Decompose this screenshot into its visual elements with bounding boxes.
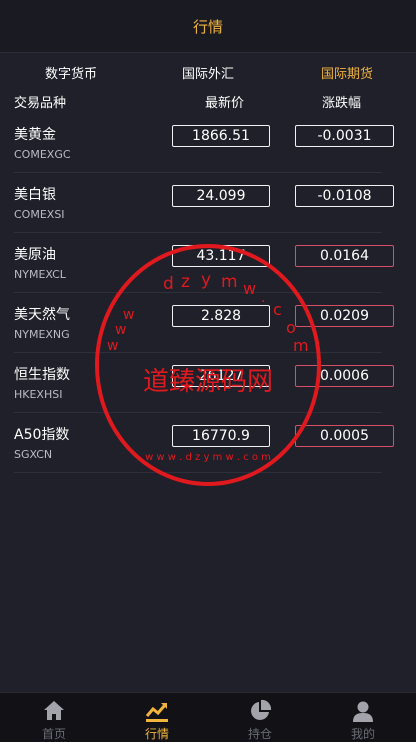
price-box: 1866.51 [172, 125, 270, 147]
table-row[interactable]: 恒生指数 HKEXHSI 26127 0.0006 [14, 352, 394, 413]
change-box: 0.0005 [295, 425, 394, 447]
change-box: 0.0209 [295, 305, 394, 327]
price-box: 26127 [172, 365, 270, 387]
symbol-name: 美黄金 [14, 127, 56, 143]
tab-futures[interactable]: 国际期货 [287, 63, 407, 82]
bottom-tabbar: 首页 行情 持仓 我的 [0, 692, 416, 742]
tabbar-label: 持仓 [247, 727, 272, 741]
symbol-name: A50指数 [14, 427, 70, 443]
symbol-name: 美天然气 [14, 307, 70, 323]
symbol-code: NYMEXCL [14, 268, 66, 281]
chart-icon [145, 703, 168, 722]
symbol-name: 美白银 [14, 187, 56, 203]
price-box: 16770.9 [172, 425, 270, 447]
symbol-name: 恒生指数 [14, 367, 70, 383]
table-row[interactable]: 美白银 COMEXSI 24.099 -0.0108 [14, 172, 394, 233]
market-tabs: 数字货币 国际外汇 国际期货 [0, 52, 416, 90]
table-row[interactable]: 美原油 NYMEXCL 43.117 0.0164 [14, 232, 394, 293]
tab-digital-currency[interactable]: 数字货币 [11, 63, 131, 82]
tab-forex[interactable]: 国际外汇 [148, 63, 268, 82]
change-box: -0.0108 [295, 185, 394, 207]
tabbar-item-positions[interactable]: 持仓 [208, 693, 312, 742]
tabbar-item-home[interactable]: 首页 [2, 693, 106, 742]
user-icon [353, 701, 373, 722]
page-title: 行情 [192, 17, 223, 36]
tabbar-item-profile[interactable]: 我的 [311, 693, 415, 742]
app-header: 行情 [0, 0, 416, 53]
price-box: 43.117 [172, 245, 270, 267]
column-header-price: 最新价 [205, 96, 245, 111]
table-row[interactable]: 美黄金 COMEXGC 1866.51 -0.0031 [14, 112, 394, 173]
tabbar-label: 行情 [144, 727, 169, 741]
table-row[interactable]: 美天然气 NYMEXNG 2.828 0.0209 [14, 292, 394, 353]
tabbar-label: 首页 [41, 727, 66, 741]
table-row[interactable]: A50指数 SGXCN 16770.9 0.0005 [14, 412, 394, 473]
symbol-code: COMEXSI [14, 208, 65, 221]
price-box: 2.828 [172, 305, 270, 327]
change-box: 0.0006 [295, 365, 394, 387]
symbol-name: 美原油 [14, 247, 56, 263]
change-box: 0.0164 [295, 245, 394, 267]
column-header-change: 涨跌幅 [322, 96, 362, 111]
column-header-symbol: 交易品种 [14, 96, 67, 111]
pie-icon [251, 699, 272, 720]
symbol-code: COMEXGC [14, 148, 71, 161]
home-icon [44, 701, 64, 720]
tabbar-label: 我的 [350, 727, 375, 741]
change-box: -0.0031 [295, 125, 394, 147]
tabbar-item-market[interactable]: 行情 [105, 693, 209, 742]
symbol-code: NYMEXNG [14, 328, 70, 341]
symbol-code: SGXCN [14, 448, 53, 461]
price-box: 24.099 [172, 185, 270, 207]
symbol-code: HKEXHSI [14, 388, 63, 401]
